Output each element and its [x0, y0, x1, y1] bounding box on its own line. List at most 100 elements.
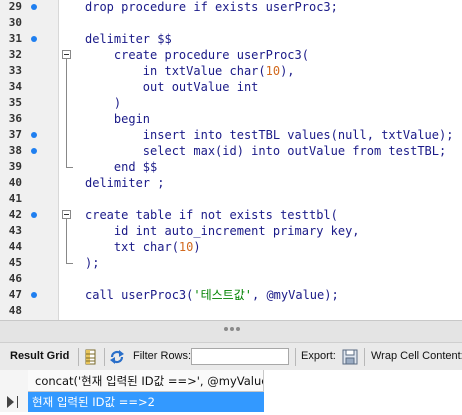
code-line[interactable]: 36 begin: [0, 111, 462, 127]
code-line[interactable]: 33 in txtValue char(10),: [0, 63, 462, 79]
line-number: 43: [8, 224, 22, 237]
line-number: 47: [8, 288, 22, 301]
fold-end-marker: [66, 255, 73, 264]
line-number: 33: [8, 64, 22, 77]
statement-marker-icon[interactable]: [31, 212, 37, 218]
statement-marker-icon[interactable]: [31, 148, 37, 154]
code-line[interactable]: 47 call userProc3('테스트값', @myValue);: [0, 287, 462, 303]
code-token: ): [85, 96, 122, 110]
code-text: out outValue int: [85, 79, 259, 95]
code-token: 10: [178, 240, 194, 254]
toolbar-separator: [104, 348, 105, 366]
code-text: create table if not exists testtbl(: [85, 207, 338, 223]
export-label: Export:: [301, 350, 336, 362]
code-text: in txtValue char(10),: [85, 63, 295, 79]
code-text: id int auto_increment primary key,: [85, 223, 360, 239]
splitter-grip-dot: [230, 327, 234, 331]
line-number: 34: [8, 80, 22, 93]
code-token: create procedure userProc3(: [85, 48, 309, 62]
code-line[interactable]: 43 id int auto_increment primary key,: [0, 223, 462, 239]
refresh-icon[interactable]: [109, 349, 125, 365]
line-number: 29: [8, 0, 22, 13]
statement-marker-icon[interactable]: [31, 4, 37, 10]
code-line[interactable]: 48: [0, 303, 462, 319]
code-token: , @myValue);: [252, 288, 339, 302]
fold-toggle-icon[interactable]: [62, 210, 71, 219]
code-line[interactable]: 30: [0, 15, 462, 31]
code-text: txt char(10): [85, 239, 201, 255]
code-token: in txtValue char(: [85, 64, 266, 78]
panel-splitter[interactable]: [0, 320, 462, 343]
code-text: delimiter ;: [85, 175, 164, 191]
code-token: 10: [265, 64, 281, 78]
code-token: begin: [85, 112, 151, 126]
code-token: end $$: [85, 160, 158, 174]
code-token: out outValue int: [85, 80, 259, 94]
code-line[interactable]: 46: [0, 271, 462, 287]
line-number: 30: [8, 16, 22, 29]
export-icon[interactable]: [342, 349, 358, 365]
column-header[interactable]: concat('현재 입력된 ID값 ==>', @myValue): [28, 370, 264, 392]
line-number: 40: [8, 176, 22, 189]
toolbar-separator: [78, 348, 79, 366]
code-text: delimiter $$: [85, 31, 172, 47]
result-cell[interactable]: 현재 입력된 ID값 ==>2: [28, 392, 264, 412]
code-token: id int auto_increment primary key,: [85, 224, 360, 238]
code-line[interactable]: 35 ): [0, 95, 462, 111]
line-number: 39: [8, 160, 22, 173]
code-text: end $$: [85, 159, 157, 175]
filter-rows-label: Filter Rows:: [133, 350, 192, 362]
line-number: 35: [8, 96, 22, 109]
code-line[interactable]: 32 create procedure userProc3(: [0, 47, 462, 63]
code-token: '테스트값': [193, 288, 252, 302]
line-number: 42: [8, 208, 22, 221]
code-token: delimiter ;: [85, 176, 165, 190]
toolbar-separator: [364, 348, 365, 366]
code-token: select max(id) into outValue from testTB…: [85, 144, 447, 158]
code-line[interactable]: 40 delimiter ;: [0, 175, 462, 191]
line-number: 45: [8, 256, 22, 269]
code-line[interactable]: 37 insert into testTBL values(null, txtV…: [0, 127, 462, 143]
edit-cursor-icon: [17, 396, 18, 408]
code-line[interactable]: 34 out outValue int: [0, 79, 462, 95]
code-line[interactable]: 44 txt char(10): [0, 239, 462, 255]
fold-guide: [66, 59, 67, 167]
code-token: drop procedure if exists userProc3;: [85, 0, 338, 14]
code-line[interactable]: 38 select max(id) into outValue from tes…: [0, 143, 462, 159]
code-line[interactable]: 41: [0, 191, 462, 207]
line-number: 38: [8, 144, 22, 157]
statement-marker-icon[interactable]: [31, 36, 37, 42]
code-token: ): [193, 240, 201, 254]
code-line[interactable]: 29 drop procedure if exists userProc3;: [0, 0, 462, 15]
sql-editor[interactable]: 29 drop procedure if exists userProc3; 30 3…: [0, 0, 462, 320]
filter-rows-input[interactable]: [191, 348, 289, 365]
result-toolbar: Result Grid Filter Rows: Export: Wrap Ce…: [0, 342, 462, 372]
code-token: );: [85, 256, 100, 270]
code-line[interactable]: 31 delimiter $$: [0, 31, 462, 47]
fold-toggle-icon[interactable]: [62, 50, 71, 59]
toolbar-separator: [295, 348, 296, 366]
grid-view-icon[interactable]: [83, 349, 99, 365]
splitter-grip-dot: [224, 327, 228, 331]
code-text: ): [85, 95, 121, 111]
line-number: 44: [8, 240, 22, 253]
line-number: 32: [8, 48, 22, 61]
code-text: create procedure userProc3(: [85, 47, 309, 63]
code-text: );: [85, 255, 99, 271]
code-token: delimiter $$: [85, 32, 172, 46]
result-grid-tab[interactable]: Result Grid: [10, 350, 69, 362]
statement-marker-icon[interactable]: [31, 292, 37, 298]
line-number: 41: [8, 192, 22, 205]
grid-corner[interactable]: [0, 370, 29, 393]
current-row-arrow-icon: [7, 396, 14, 408]
line-number: 46: [8, 272, 22, 285]
code-text: drop procedure if exists userProc3;: [85, 0, 338, 15]
splitter-grip-dot: [236, 327, 240, 331]
code-line[interactable]: 42 create table if not exists testtbl(: [0, 207, 462, 223]
code-token: create table if not exists testtbl(: [85, 208, 338, 222]
statement-marker-icon[interactable]: [31, 132, 37, 138]
code-token: ),: [280, 64, 295, 78]
wrap-cell-content-label[interactable]: Wrap Cell Content:: [371, 350, 462, 362]
code-text: select max(id) into outValue from testTB…: [85, 143, 446, 159]
row-header[interactable]: [0, 392, 29, 412]
